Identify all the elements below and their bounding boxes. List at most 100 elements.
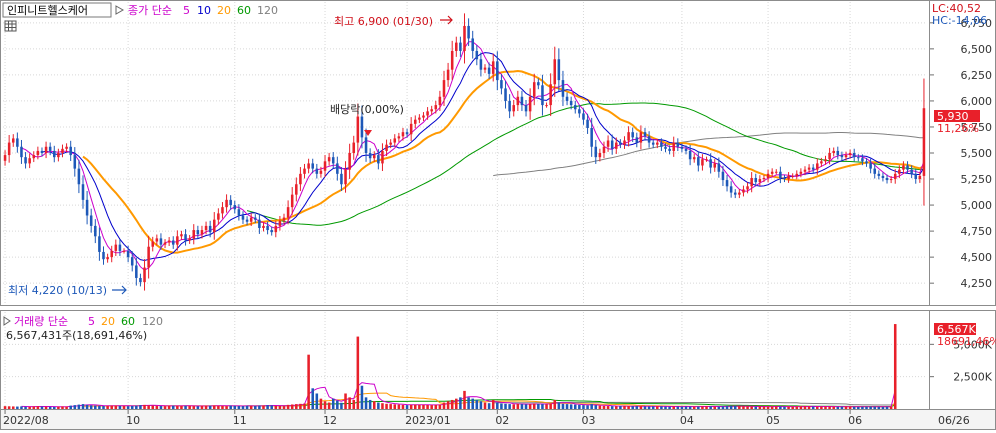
volume-bar (98, 405, 101, 409)
volume-bar (409, 404, 413, 409)
volume-bar (733, 406, 737, 409)
candle-body (922, 108, 926, 176)
volume-bar (738, 406, 741, 409)
volume-bar (828, 406, 831, 409)
volume-bar (262, 405, 265, 409)
volume-bar (791, 406, 794, 409)
volume-bar (143, 404, 146, 409)
candle-body (906, 165, 909, 170)
volume-bar (762, 406, 766, 409)
volume-bar (377, 402, 380, 409)
candle-body (619, 142, 622, 145)
data-table-icon[interactable] (4, 20, 17, 32)
candle-body (40, 150, 44, 153)
candle-body (709, 159, 712, 168)
volume-bar (81, 404, 85, 409)
candle-body (479, 59, 483, 70)
candle-body (598, 153, 602, 158)
volume-bar (139, 405, 142, 409)
candle-body (561, 80, 565, 97)
candle-body (701, 159, 704, 166)
volume-bar (713, 406, 717, 409)
candle-body (299, 173, 302, 185)
volume-bar (705, 406, 708, 409)
candle-body (360, 116, 364, 138)
volume-bar (783, 406, 786, 409)
candle-body (303, 168, 306, 174)
volume-tick-label: 2,500K (953, 371, 992, 384)
candle-body (28, 158, 31, 164)
volume-bar (889, 406, 893, 409)
candle-body (787, 175, 790, 180)
candle-body (893, 173, 897, 180)
candle-body (627, 132, 630, 141)
candle-body (807, 167, 811, 170)
volume-bar (811, 406, 815, 409)
volume-bar (184, 405, 187, 409)
candle-body (615, 142, 618, 149)
volume-bar (672, 406, 675, 409)
candle-body (397, 136, 401, 139)
candle-body (73, 155, 77, 169)
candle-body (623, 140, 626, 145)
volume-bar (692, 406, 696, 409)
volume-bar (233, 405, 237, 409)
volume-bar (118, 405, 122, 409)
candle-body (422, 115, 425, 118)
volume-bar (414, 404, 417, 409)
volume-bar (569, 404, 573, 409)
candle-body (102, 251, 105, 260)
volume-bar (3, 406, 7, 409)
candle-body (754, 177, 758, 183)
candle-body (717, 163, 721, 172)
candle-body (192, 230, 196, 239)
volume-bar (422, 404, 425, 409)
candle-body (508, 100, 511, 112)
candle-body (820, 161, 823, 164)
volume-bar (258, 405, 261, 409)
volume-bar (754, 406, 758, 409)
candle-body (459, 42, 462, 51)
candle-body (582, 113, 585, 120)
candle-body (221, 207, 224, 214)
volume-bar (824, 406, 827, 409)
candle-body (910, 169, 913, 174)
volume-bar (615, 406, 618, 409)
candle-body (44, 146, 48, 153)
candle-body (401, 132, 405, 137)
volume-bar (807, 406, 811, 409)
candle-body (898, 169, 901, 174)
volume-bar (229, 405, 232, 409)
volume-bar (877, 406, 881, 409)
volume-bar (627, 406, 630, 409)
volume-bar (578, 404, 581, 409)
candle-body (660, 142, 663, 147)
volume-bar (680, 406, 684, 409)
candle-body (188, 238, 191, 241)
volume-bar (857, 406, 860, 409)
candle-body (147, 246, 150, 268)
candle-body (885, 177, 889, 181)
volume-bar (274, 405, 278, 409)
candle-body (816, 163, 819, 170)
volume-bar (163, 406, 167, 409)
price-tick-label: 6,500 (961, 43, 993, 56)
volume-bar (151, 405, 155, 409)
candle-body (889, 179, 893, 181)
candle-body (832, 150, 835, 153)
volume-bar (254, 406, 257, 409)
candle-body (266, 225, 269, 231)
volume-bar (816, 406, 819, 409)
volume-bar (85, 404, 89, 409)
volume-bar (516, 403, 520, 409)
volume-bar (758, 406, 762, 409)
stock-chart-window: 4,250 4,500 4,750 5,000 5,250 5,500 5,750 6,000… (0, 0, 996, 430)
volume-bar (196, 406, 200, 409)
candle-body (327, 157, 331, 162)
candle-body (697, 157, 700, 166)
volume-bar (364, 397, 368, 409)
volume-bar (742, 406, 745, 409)
candle-body (356, 116, 360, 143)
volume-bar (545, 404, 548, 409)
volume-bar (520, 404, 524, 409)
